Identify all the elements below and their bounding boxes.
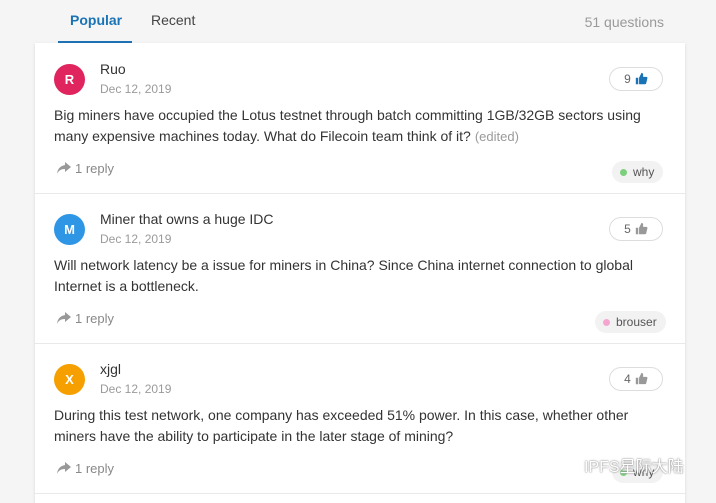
avatar: M xyxy=(54,214,85,245)
author-name: xjgl xyxy=(100,361,122,377)
like-button[interactable]: 5 xyxy=(609,217,663,241)
tab-recent[interactable]: Recent xyxy=(151,12,195,28)
tag-label: why xyxy=(633,165,655,179)
avatar: X xyxy=(54,364,85,395)
reply-link[interactable]: 1 reply xyxy=(57,311,114,327)
reply-count: 1 reply xyxy=(75,161,115,176)
tag-label: brouser xyxy=(616,315,657,329)
question-text: Will network latency be a issue for mine… xyxy=(54,255,654,297)
question-card[interactable]: M Miner that owns a huge IDC Dec 12, 201… xyxy=(35,193,685,344)
reply-arrow-icon xyxy=(57,462,71,477)
reply-arrow-icon xyxy=(57,162,71,177)
question-body: Big miners have occupied the Lotus testn… xyxy=(54,107,641,144)
reply-arrow-icon xyxy=(57,312,71,327)
topic-tag[interactable]: why xyxy=(612,161,664,183)
like-count: 4 xyxy=(624,372,631,386)
reply-count: 1 reply xyxy=(75,461,115,476)
author-name: Ruo xyxy=(100,61,126,77)
watermark-text: IPFS星际大陆 xyxy=(584,459,684,476)
question-body: During this test network, one company ha… xyxy=(54,407,629,444)
question-date: Dec 12, 2019 xyxy=(100,232,172,246)
thumbs-up-icon xyxy=(635,70,648,92)
topic-tag[interactable]: brouser xyxy=(595,311,666,333)
question-body: Will network latency be a issue for mine… xyxy=(54,257,633,294)
question-date: Dec 12, 2019 xyxy=(100,382,172,396)
like-count: 5 xyxy=(624,222,631,236)
reply-link[interactable]: 1 reply xyxy=(57,161,114,177)
question-text: Big miners have occupied the Lotus testn… xyxy=(54,105,654,147)
like-button[interactable]: 9 xyxy=(609,67,663,91)
like-count: 9 xyxy=(624,72,631,86)
avatar: R xyxy=(54,64,85,95)
wechat-icon xyxy=(560,459,580,480)
like-button[interactable]: 4 xyxy=(609,367,663,391)
question-list: R Ruo Dec 12, 2019 9 Big miners have occ… xyxy=(35,43,685,503)
question-text: During this test network, one company ha… xyxy=(54,405,654,447)
tag-dot xyxy=(603,319,610,326)
watermark: IPFS星际大陆 xyxy=(560,453,684,480)
question-card[interactable]: R Ruo Dec 12, 2019 9 Big miners have occ… xyxy=(35,43,685,194)
tag-dot xyxy=(620,169,627,176)
thumbs-up-icon xyxy=(635,370,648,392)
tab-popular[interactable]: Popular xyxy=(70,12,122,28)
author-name: Miner that owns a huge IDC xyxy=(100,211,274,227)
question-count: 51 questions xyxy=(584,14,664,30)
thumbs-up-icon xyxy=(635,220,648,242)
question-date: Dec 12, 2019 xyxy=(100,82,172,96)
reply-link[interactable]: 1 reply xyxy=(57,461,114,477)
reply-count: 1 reply xyxy=(75,311,115,326)
edited-label: (edited) xyxy=(474,129,519,144)
tab-bar: Popular Recent 51 questions xyxy=(0,0,716,44)
